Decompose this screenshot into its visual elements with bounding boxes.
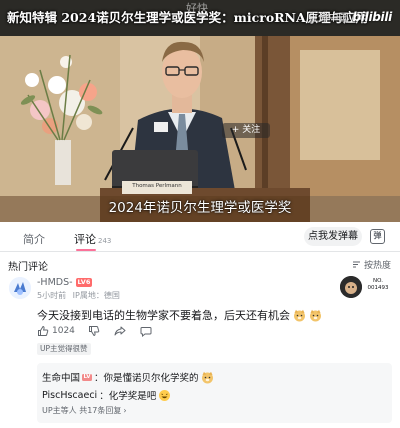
up-liked-tag: UP主觉得很赞 xyxy=(37,343,91,355)
like-count: 1024 xyxy=(52,326,75,336)
comment-text: 今天没接到电话的生物学家不要着急，后天还有机会 xyxy=(37,307,322,323)
active-tab-indicator xyxy=(76,249,96,251)
tab-comments-label: 评论 xyxy=(74,233,96,246)
reply-author[interactable]: 生命中国 xyxy=(42,370,80,384)
floating-danmaku: 好快 xyxy=(186,2,208,15)
comment-author[interactable]: -HMDS- LV6 xyxy=(37,277,93,288)
reply-preview[interactable]: 生命中国 LV ：你是懂诺贝尔化学奖的 PiscHscaeci ：化学奖是吧 U… xyxy=(37,363,392,423)
reply-icon[interactable] xyxy=(140,325,152,337)
ip-location: IP属地：德国 xyxy=(72,291,120,300)
view-replies-link[interactable]: UP主等人 共17条回复 › xyxy=(42,405,127,416)
reply-item: PiscHscaeci ：化学奖是吧 xyxy=(42,388,171,402)
like-icon[interactable] xyxy=(37,325,49,337)
avatar[interactable] xyxy=(9,277,31,299)
channel-watermark-label: 生命中国 xyxy=(308,13,349,24)
reply-author[interactable]: PiscHscaeci xyxy=(42,390,97,401)
fan-badge-image xyxy=(340,276,362,298)
doge-emoji-icon xyxy=(310,309,321,321)
tab-intro[interactable]: 简介 xyxy=(23,231,45,247)
comment-author-name: -HMDS- xyxy=(37,277,73,288)
reply-item: 生命中国 LV ：你是懂诺贝尔化学奖的 xyxy=(42,370,214,384)
chevron-right-icon: › xyxy=(123,406,127,415)
sort-button[interactable]: 按热度 xyxy=(352,258,391,271)
tab-intro-label: 简介 xyxy=(23,233,45,246)
fan-badge-number: NO. 001493 xyxy=(367,278,389,291)
comment-count: 243 xyxy=(98,237,112,245)
sort-label: 按热度 xyxy=(363,261,391,271)
danmaku-toggle-icon[interactable]: 弹 xyxy=(370,229,385,244)
send-danmaku-button[interactable]: 点我发弹幕 xyxy=(304,227,362,246)
avatar-image xyxy=(9,277,31,299)
dislike-icon[interactable] xyxy=(88,325,100,337)
video-player[interactable]: 新知特辑 2024诺贝尔生理学或医学奖：microRNA原理与应用 好快 生命中… xyxy=(0,0,400,222)
doge-emoji-icon xyxy=(294,309,305,321)
sort-icon xyxy=(352,261,360,268)
reply-summary: UP主等人 共17条回复 xyxy=(42,406,122,415)
reply-text: ：化学奖是吧 xyxy=(99,391,157,402)
video-frame xyxy=(0,0,400,222)
comment-meta: 5小时前 IP属地：德国 xyxy=(37,290,120,301)
speaker-nameplate: Thomas Perlmann xyxy=(132,183,182,189)
share-icon[interactable] xyxy=(114,325,126,337)
hot-comments-heading: 热门评论 xyxy=(8,262,48,273)
reply-text: ：你是懂诺贝尔化学奖的 xyxy=(94,373,199,384)
doge-emoji-icon xyxy=(201,371,213,383)
laughing-emoji-icon xyxy=(159,389,171,401)
channel-watermark: 生命中国 bilibili xyxy=(308,9,393,25)
comment-actions: 1024 xyxy=(37,325,152,337)
tab-comments[interactable]: 评论 243 xyxy=(74,231,111,247)
level-badge: LV6 xyxy=(75,278,93,287)
video-caption: 2024年诺贝尔生理学或医学奖 xyxy=(108,200,292,216)
follow-button[interactable]: + 关注 xyxy=(222,123,270,138)
bilibili-logo: bilibili xyxy=(352,9,393,24)
comment-time: 5小时前 xyxy=(37,291,67,300)
comment-text-body: 今天没接到电话的生物学家不要着急，后天还有机会 xyxy=(37,309,290,322)
reply-author-badge: LV xyxy=(82,373,93,381)
